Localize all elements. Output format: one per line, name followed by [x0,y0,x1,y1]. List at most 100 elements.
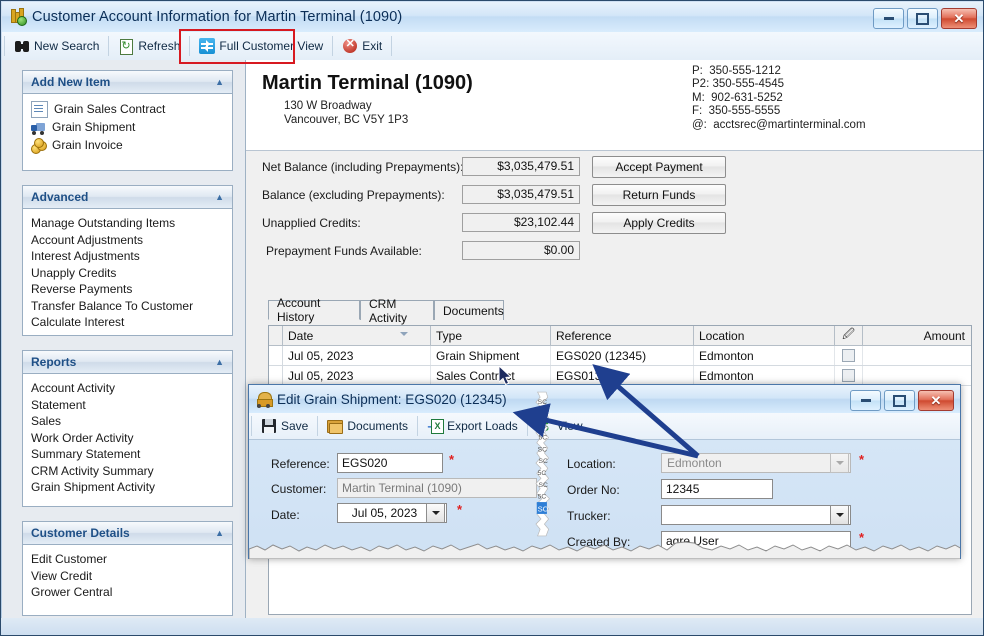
tab-account-history[interactable]: Account History [268,296,360,324]
column-header-type[interactable]: Type [431,326,551,345]
close-button[interactable]: ✕ [941,8,977,29]
column-header-reference[interactable]: Reference [551,326,694,345]
chevron-up-icon[interactable]: ▲ [215,77,224,87]
toolbar-divider [526,416,528,436]
net-balance-value: $3,035,479.51 [462,157,580,176]
tab-documents[interactable]: Documents [434,300,504,320]
chevron-up-icon[interactable]: ▲ [215,192,224,202]
sidebar-item-account-adjustments[interactable]: Account Adjustments [31,232,224,249]
sidebar-item-grain-shipment-activity[interactable]: Grain Shipment Activity [31,479,224,496]
column-header-date[interactable]: Date [283,326,431,345]
window-title: Customer Account Information for Martin … [32,9,403,25]
sidebar-item-work-order-activity[interactable]: Work Order Activity [31,430,224,447]
exit-button[interactable]: ✕ Exit [335,34,389,58]
mouse-cursor [499,366,513,386]
table-row[interactable]: Jul 05, 2023 Sales Contract EGS013 Edmon… [269,366,971,386]
sidebar-item-statement[interactable]: Statement [31,397,224,414]
column-header-location[interactable]: Location [694,326,835,345]
panel-body-add-new-item: Grain Sales Contract Grain Shipment Grai… [22,93,233,171]
reference-label: Reference: [271,457,330,471]
dialog-title-bar: Edit Grain Shipment: EGS020 (12345) ✕ [249,385,960,413]
sidebar-item-unapply-credits[interactable]: Unapply Credits [31,265,224,282]
panel-header-add-new-item[interactable]: Add New Item ▲ [22,70,233,93]
chevron-down-icon[interactable] [830,505,849,525]
date-combo[interactable]: Jul 05, 2023 [337,503,447,523]
panel-header-customer-details[interactable]: Customer Details ▲ [22,521,233,544]
column-header-attachment[interactable]: 🖉 [835,326,863,345]
sidebar-item-grower-central[interactable]: Grower Central [31,584,224,601]
dialog-documents-button[interactable]: Documents [320,414,415,438]
order-no-input[interactable]: 12345 [661,479,773,499]
sidebar-item-sales[interactable]: Sales [31,413,224,430]
date-label: Date: [271,508,300,522]
maximize-button[interactable] [907,8,938,29]
address-line-1: 130 W Broadway [284,100,372,112]
sidebar: Add New Item ▲ Grain Sales Contract Grai… [2,60,246,635]
sidebar-item-manage-outstanding-items[interactable]: Manage Outstanding Items [31,215,224,232]
reference-input[interactable]: EGS020 [337,453,443,473]
balance-value: $3,035,479.51 [462,185,580,204]
chevron-up-icon[interactable]: ▲ [215,528,224,538]
sidebar-item-interest-adjustments[interactable]: Interest Adjustments [31,248,224,265]
chevron-down-icon[interactable] [426,503,445,523]
customer-contact-info: P: 350-555-1212 P2: 350-555-4545 M: 902-… [692,65,866,132]
customer-label: Customer: [271,482,327,496]
dialog-minimize-button[interactable] [850,390,881,411]
contact-fax: F: 350-555-5555 [692,105,781,118]
contact-email: @: acctsrec@martinterminal.com [692,118,866,131]
cell-attachment[interactable] [835,346,863,365]
sidebar-item-grain-sales-contract[interactable]: Grain Sales Contract [31,100,224,118]
required-asterisk: * [859,452,865,467]
sidebar-item-reverse-payments[interactable]: Reverse Payments [31,281,224,298]
cell-attachment[interactable] [835,366,863,385]
unapplied-credits-value: $23,102.44 [462,213,580,232]
application-window: Customer Account Information for Martin … [0,0,984,636]
trucker-combo[interactable] [661,505,851,525]
dialog-close-button[interactable]: ✕ [918,390,954,411]
dialog-export-loads-button[interactable]: ➜X Export Loads [420,414,525,438]
sidebar-item-calculate-interest[interactable]: Calculate Interest [31,314,224,331]
tab-crm-activity[interactable]: CRM Activity [360,297,434,325]
full-customer-view-button[interactable]: Full Customer View [192,34,330,58]
dialog-maximize-button[interactable] [884,390,915,411]
sidebar-item-summary-statement[interactable]: Summary Statement [31,446,224,463]
attachment-checkbox[interactable] [842,369,855,382]
panel-add-new-item: Add New Item ▲ Grain Sales Contract Grai… [22,70,233,171]
table-row[interactable]: Jul 05, 2023 Grain Shipment EGS020 (1234… [269,346,971,366]
cell-date: Jul 05, 2023 [283,346,431,365]
panel-title: Advanced [31,190,89,204]
accept-payment-button[interactable]: Accept Payment [592,156,726,178]
sidebar-item-crm-activity-summary[interactable]: CRM Activity Summary [31,463,224,480]
chevron-up-icon[interactable]: ▲ [215,357,224,367]
dialog-view-button[interactable]: $ View [530,414,590,438]
sidebar-item-edit-customer[interactable]: Edit Customer [31,551,224,568]
sidebar-item-grain-invoice[interactable]: Grain Invoice [31,136,224,154]
sidebar-item-transfer-balance-to-customer[interactable]: Transfer Balance To Customer [31,298,224,315]
location-label: Location: [567,457,616,471]
column-label: Date [288,328,314,343]
refresh-button[interactable]: ↻ Refresh [111,34,187,58]
sidebar-item-view-credit[interactable]: View Credit [31,568,224,585]
prepayment-funds-label: Prepayment Funds Available: [266,244,422,258]
attachment-checkbox[interactable] [842,349,855,362]
main-title-bar: Customer Account Information for Martin … [2,2,983,32]
save-label: Save [281,419,309,433]
sort-descending-icon [400,332,408,340]
panel-header-advanced[interactable]: Advanced ▲ [22,185,233,208]
export-excel-icon: ➜X [427,418,445,434]
apply-credits-button[interactable]: Apply Credits [592,212,726,234]
panel-body-reports: Account Activity Statement Sales Work Or… [22,373,233,507]
cell-amount [863,366,970,385]
return-funds-button[interactable]: Return Funds [592,184,726,206]
column-header-amount[interactable]: Amount [863,326,970,345]
sidebar-item-account-activity[interactable]: Account Activity [31,380,224,397]
toolbar-divider [332,36,334,56]
required-asterisk: * [457,502,463,517]
sidebar-item-grain-shipment[interactable]: Grain Shipment [31,118,224,136]
new-search-button[interactable]: New Search [7,34,106,58]
dialog-save-button[interactable]: Save [254,414,315,438]
panel-header-reports[interactable]: Reports ▲ [22,350,233,373]
toolbar-divider [108,36,110,56]
minimize-button[interactable] [873,8,904,29]
toolbar-divider [251,416,252,436]
